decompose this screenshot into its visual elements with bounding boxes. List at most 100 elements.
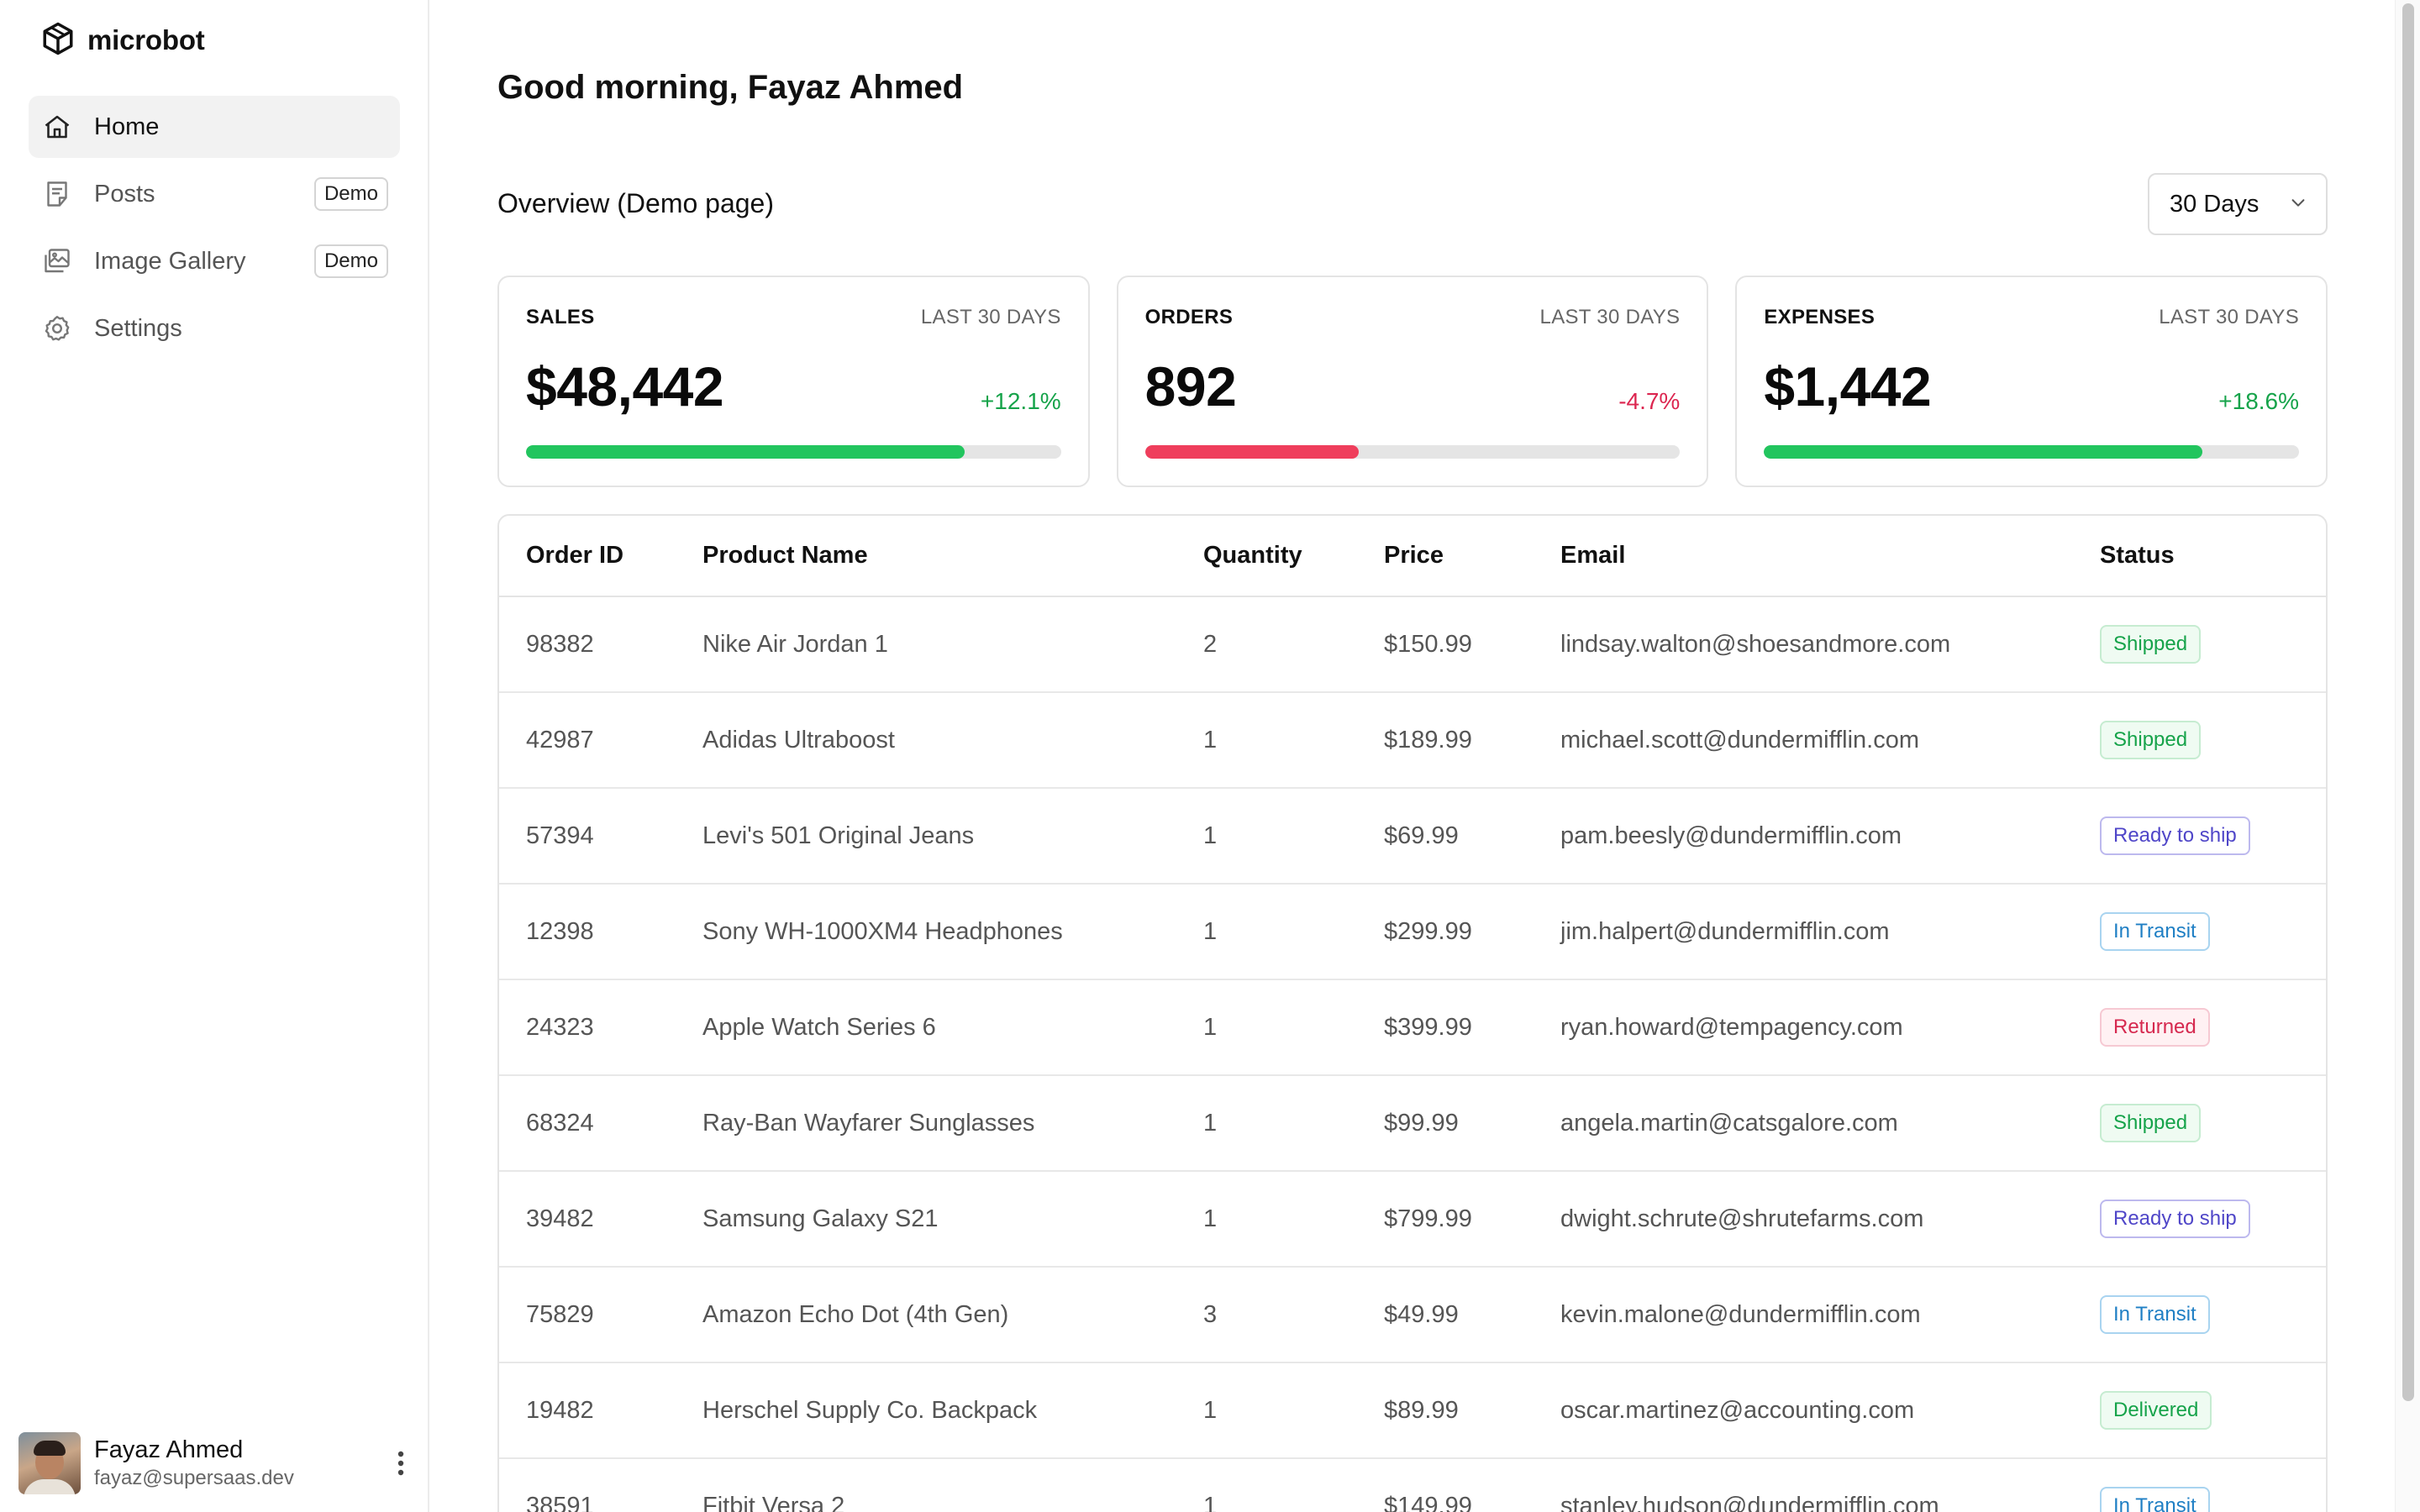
table-row[interactable]: 38591 Fitbit Versa 2 1 $149.99 stanley.hudso… bbox=[499, 1458, 2326, 1512]
quantity-cell: 1 bbox=[1203, 917, 1218, 945]
quantity-cell: 1 bbox=[1203, 1013, 1218, 1041]
progress-fill bbox=[1764, 445, 2203, 459]
status-cell: Shipped bbox=[2100, 596, 2326, 692]
table-row[interactable]: 98382 Nike Air Jordan 1 2 $150.99 lindsay.wa… bbox=[499, 596, 2326, 692]
table-row[interactable]: 19482 Herschel Supply Co. Backpack 1 $89.99… bbox=[499, 1362, 2326, 1458]
status-cell: Ready to ship bbox=[2100, 1171, 2326, 1267]
table-row[interactable]: 57394 Levi's 501 Original Jeans 1 $69.99 pam… bbox=[499, 788, 2326, 884]
product-name-cell: Samsung Galaxy S21 bbox=[702, 1205, 939, 1232]
email-cell: stanley.hudson@dundermifflin.com bbox=[1560, 1492, 1939, 1512]
sidebar-item-image-gallery[interactable]: Image Gallery Demo bbox=[29, 230, 400, 292]
user-name: Fayaz Ahmed bbox=[94, 1436, 244, 1463]
price-cell: $189.99 bbox=[1384, 726, 1472, 753]
table-row[interactable]: 75829 Amazon Echo Dot (4th Gen) 3 $49.99 kev… bbox=[499, 1267, 2326, 1362]
column-header-price[interactable]: Price bbox=[1384, 516, 1560, 597]
price-cell: $150.99 bbox=[1384, 630, 1472, 658]
status-cell: Delivered bbox=[2100, 1362, 2326, 1458]
brand-name: microbot bbox=[87, 24, 205, 55]
status-cell: In Transit bbox=[2100, 884, 2326, 979]
status-badge: Shipped bbox=[2100, 721, 2202, 759]
quantity-cell: 3 bbox=[1203, 1300, 1218, 1328]
card-value: 892 bbox=[1144, 355, 1237, 417]
order-id-cell: 39482 bbox=[526, 1205, 594, 1232]
table-body: 98382 Nike Air Jordan 1 2 $150.99 lindsay.wa… bbox=[499, 596, 2326, 1512]
sidebar-item-label: Settings bbox=[94, 314, 182, 342]
more-vertical-icon[interactable] bbox=[388, 1443, 413, 1483]
quantity-cell: 1 bbox=[1203, 1396, 1218, 1424]
price-cell: $299.99 bbox=[1384, 917, 1472, 945]
table-row[interactable]: 12398 Sony WH-1000XM4 Headphones 1 $299.99 j… bbox=[499, 884, 2326, 979]
brand[interactable]: microbot bbox=[40, 20, 205, 60]
order-id-cell: 42987 bbox=[526, 726, 594, 753]
card-period: LAST 30 DAYS bbox=[920, 306, 1061, 328]
column-header-status[interactable]: Status bbox=[2100, 516, 2326, 597]
quantity-cell: 1 bbox=[1203, 822, 1218, 849]
order-id-cell: 75829 bbox=[526, 1300, 594, 1328]
status-cell: Shipped bbox=[2100, 692, 2326, 788]
sales-card: SALES LAST 30 DAYS $48,442 +12.1% bbox=[497, 276, 1090, 487]
status-cell: Ready to ship bbox=[2100, 788, 2326, 884]
quantity-cell: 1 bbox=[1203, 1109, 1218, 1137]
column-header-order-id[interactable]: Order ID bbox=[499, 516, 702, 597]
order-id-cell: 12398 bbox=[526, 917, 594, 945]
overview-title: Overview (Demo page) bbox=[497, 188, 774, 218]
main-content: Good morning, Fayaz Ahmed Overview (Demo… bbox=[497, 0, 2328, 1512]
status-badge: In Transit bbox=[2100, 1295, 2210, 1334]
quantity-cell: 1 bbox=[1203, 1492, 1218, 1512]
page-title: Good morning, Fayaz Ahmed bbox=[497, 69, 964, 106]
product-name-cell: Fitbit Versa 2 bbox=[702, 1492, 845, 1512]
card-value: $48,442 bbox=[526, 355, 724, 417]
table-row[interactable]: 24323 Apple Watch Series 6 1 $399.99 ryan.ho… bbox=[499, 979, 2326, 1075]
status-badge: In Transit bbox=[2100, 1487, 2210, 1512]
home-icon bbox=[42, 112, 72, 142]
status-badge: Shipped bbox=[2100, 625, 2202, 664]
image-icon bbox=[42, 246, 72, 276]
product-name-cell: Apple Watch Series 6 bbox=[702, 1013, 936, 1041]
card-period: LAST 30 DAYS bbox=[2159, 306, 2300, 328]
card-value: $1,442 bbox=[1764, 355, 1932, 417]
price-cell: $149.99 bbox=[1384, 1492, 1472, 1512]
status-cell: In Transit bbox=[2100, 1458, 2326, 1512]
email-cell: ryan.howard@tempagency.com bbox=[1560, 1013, 1903, 1041]
order-id-cell: 68324 bbox=[526, 1109, 594, 1137]
status-cell: In Transit bbox=[2100, 1267, 2326, 1362]
progress-fill bbox=[526, 445, 965, 459]
user-info: Fayaz Ahmed fayaz@supersaas.dev bbox=[94, 1435, 388, 1492]
price-cell: $399.99 bbox=[1384, 1013, 1472, 1041]
cube-icon bbox=[40, 21, 76, 60]
order-id-cell: 19482 bbox=[526, 1396, 594, 1424]
card-change: -4.7% bbox=[1618, 388, 1681, 414]
email-cell: dwight.schrute@shrutefarms.com bbox=[1560, 1205, 1924, 1232]
card-label: EXPENSES bbox=[1764, 306, 1876, 328]
status-badge: Shipped bbox=[2100, 1104, 2202, 1142]
progress-bar bbox=[1764, 445, 2300, 459]
table-row[interactable]: 39482 Samsung Galaxy S21 1 $799.99 dwight.sc… bbox=[499, 1171, 2326, 1267]
user-profile[interactable]: Fayaz Ahmed fayaz@supersaas.dev bbox=[18, 1430, 413, 1497]
card-period: LAST 30 DAYS bbox=[1539, 306, 1681, 328]
quantity-cell: 2 bbox=[1203, 630, 1218, 658]
email-cell: angela.martin@catsgalore.com bbox=[1560, 1109, 1898, 1137]
chevron-down-icon bbox=[2289, 191, 2307, 218]
column-header-email[interactable]: Email bbox=[1560, 516, 2100, 597]
scrollbar[interactable] bbox=[2395, 0, 2420, 1512]
date-range-select[interactable]: 30 Days bbox=[2148, 173, 2328, 235]
scrollbar-thumb[interactable] bbox=[2402, 3, 2414, 1401]
price-cell: $69.99 bbox=[1384, 822, 1459, 849]
column-header-quantity[interactable]: Quantity bbox=[1203, 516, 1384, 597]
order-id-cell: 24323 bbox=[526, 1013, 594, 1041]
expenses-card: EXPENSES LAST 30 DAYS $1,442 +18.6% bbox=[1735, 276, 2328, 487]
table-row[interactable]: 68324 Ray-Ban Wayfarer Sunglasses 1 $99.99 a… bbox=[499, 1075, 2326, 1171]
quantity-cell: 1 bbox=[1203, 1205, 1218, 1232]
email-cell: michael.scott@dundermifflin.com bbox=[1560, 726, 1920, 753]
sidebar-item-home[interactable]: Home bbox=[29, 96, 400, 158]
column-header-product-name[interactable]: Product Name bbox=[702, 516, 1203, 597]
sidebar-nav: Home Posts Demo Image Gallery Demo Setti… bbox=[29, 96, 400, 365]
demo-badge: Demo bbox=[313, 177, 388, 211]
date-range-value: 30 Days bbox=[2170, 190, 2260, 218]
sidebar-item-settings[interactable]: Settings bbox=[29, 297, 400, 360]
table-header-row: Order ID Product Name Quantity Price Ema… bbox=[499, 516, 2326, 597]
email-cell: jim.halpert@dundermifflin.com bbox=[1560, 917, 1890, 945]
sidebar-item-label: Home bbox=[94, 113, 160, 140]
table-row[interactable]: 42987 Adidas Ultraboost 1 $189.99 michael.sc… bbox=[499, 692, 2326, 788]
sidebar-item-posts[interactable]: Posts Demo bbox=[29, 163, 400, 225]
